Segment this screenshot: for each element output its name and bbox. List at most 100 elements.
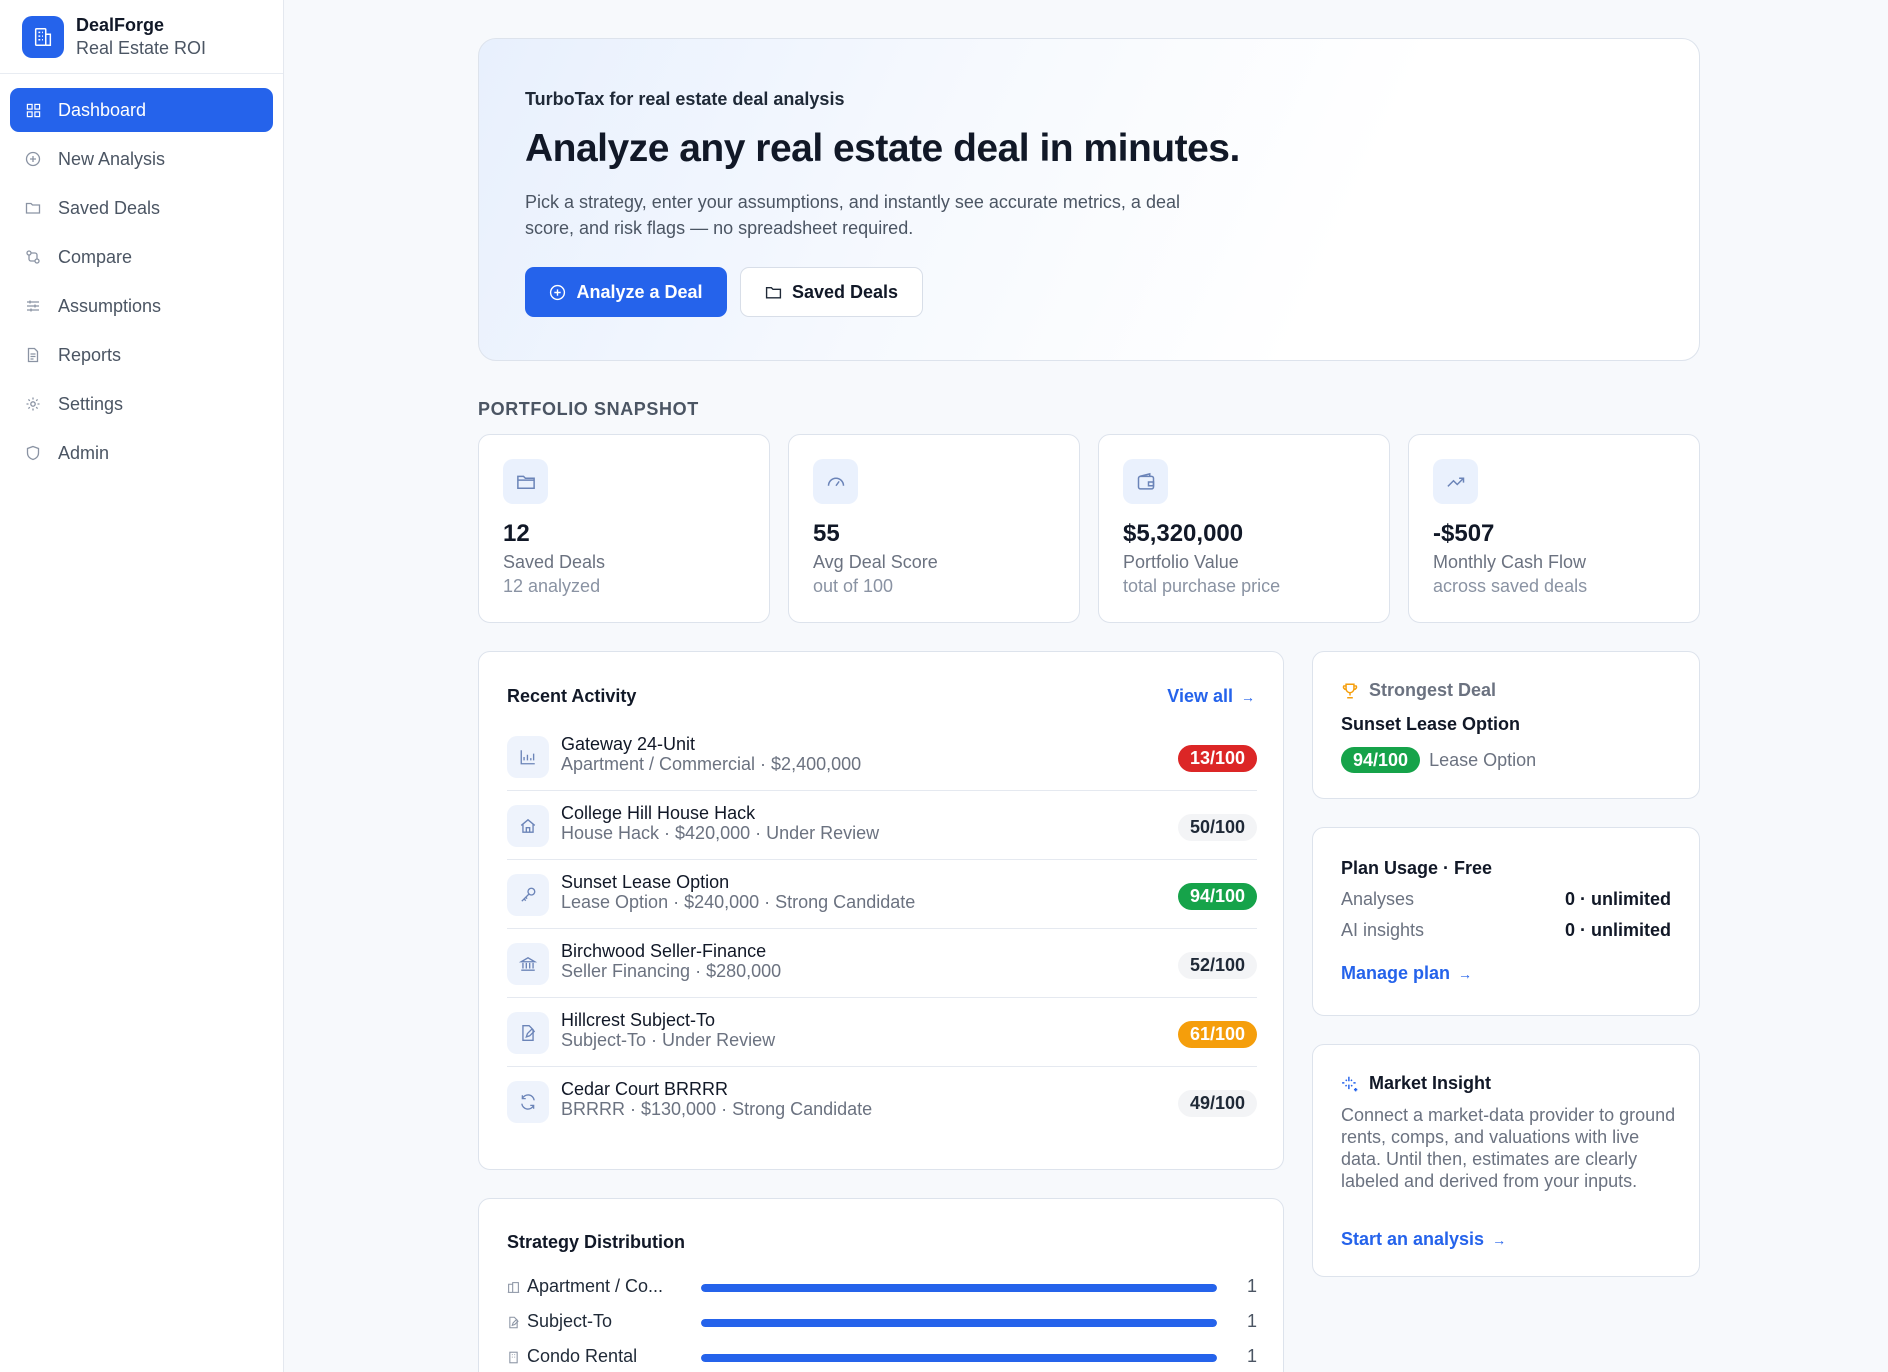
hero-description: Pick a strategy, enter your assumptions,…	[525, 192, 1180, 238]
sidebar-item-new-analysis[interactable]: New Analysis	[10, 137, 273, 181]
activity-row[interactable]: Hillcrest Subject-To Subject-To · Under …	[507, 998, 1257, 1067]
stat-value: -$507	[1433, 520, 1495, 547]
sidebar-item-label: Dashboard	[58, 99, 147, 120]
stat-card-saved-deals[interactable]: 12 Saved Deals 12 analyzed	[478, 434, 770, 623]
strategy-distribution-panel: Strategy Distribution Apartment / Co... …	[478, 1198, 1284, 1372]
activity-title: Gateway 24-Unit	[561, 734, 696, 754]
arrow-right-icon: →	[1458, 965, 1473, 982]
stat-card-avg-score[interactable]: 55 Avg Deal Score out of 100	[788, 434, 1080, 623]
manage-plan-link[interactable]: Manage plan →	[1341, 963, 1472, 984]
arrow-right-icon: →	[1241, 688, 1255, 705]
stat-label: Monthly Cash Flow	[1433, 552, 1587, 572]
sidebar-item-compare[interactable]: Compare	[10, 235, 273, 279]
start-analysis-label: Start an analysis	[1341, 1229, 1485, 1249]
shield-icon	[24, 444, 42, 462]
activity-row[interactable]: College Hill House Hack House Hack · $42…	[507, 791, 1257, 860]
folder-icon	[503, 459, 548, 504]
activity-row[interactable]: Birchwood Seller-Finance Seller Financin…	[507, 929, 1257, 998]
gauge-icon	[813, 459, 858, 504]
usage-value: 0 · unlimited	[1564, 920, 1671, 940]
folder-icon	[24, 199, 42, 217]
stat-value: 55	[813, 520, 840, 547]
sidebar-item-label: Assumptions	[58, 295, 162, 316]
brand[interactable]: DealForge Real Estate ROI	[0, 0, 283, 74]
home-icon	[507, 805, 549, 847]
market-insight-body: Connect a market-data provider to ground…	[1341, 1105, 1676, 1191]
brand-subtitle: Real Estate ROI	[76, 37, 207, 58]
sidebar-item-label: Saved Deals	[58, 197, 161, 218]
distribution-bar-fill	[701, 1284, 1217, 1292]
plan-usage-panel: Plan Usage · Free Analyses 0 · unlimited…	[1312, 827, 1700, 1016]
sidebar-item-settings[interactable]: Settings	[10, 382, 273, 426]
sidebar-item-admin[interactable]: Admin	[10, 431, 273, 475]
activity-row[interactable]: Cedar Court BRRRR BRRRR · $130,000 · Str…	[507, 1067, 1257, 1136]
distribution-bar-track	[701, 1284, 1217, 1292]
score-badge: 52/100	[1177, 952, 1257, 979]
folder-icon	[765, 284, 782, 301]
sidebar-item-label: Reports	[58, 344, 122, 365]
document-icon	[24, 346, 42, 364]
saved-deals-button[interactable]: Saved Deals	[740, 267, 923, 317]
view-all-link[interactable]: View all →	[1167, 686, 1255, 707]
score-badge: 13/100	[1177, 745, 1257, 772]
sidebar-item-saved-deals[interactable]: Saved Deals	[10, 186, 273, 230]
building-logo-icon	[22, 15, 64, 58]
trophy-icon	[1341, 682, 1359, 700]
chart-icon	[507, 736, 549, 778]
stat-value: 12	[503, 520, 530, 547]
analyze-deal-button[interactable]: Analyze a Deal	[525, 267, 727, 317]
sidebar-item-reports[interactable]: Reports	[10, 333, 273, 377]
building-icon	[507, 1279, 521, 1295]
sidebar-item-assumptions[interactable]: Assumptions	[10, 284, 273, 328]
sparkle-icon	[1341, 1075, 1359, 1093]
strategy-distribution-title: Strategy Distribution	[507, 1232, 686, 1252]
sidebar-item-label: New Analysis	[58, 148, 166, 169]
score-badge: 50/100	[1177, 814, 1257, 841]
distribution-count: 1	[1246, 1276, 1257, 1296]
hero-title: Analyze any real estate deal in minutes.	[525, 127, 1240, 170]
activity-row[interactable]: Gateway 24-Unit Apartment / Commercial ·…	[507, 722, 1257, 791]
strongest-deal-name: Sunset Lease Option	[1341, 714, 1521, 734]
usage-key: AI insights	[1341, 920, 1425, 940]
stat-card-cash-flow[interactable]: -$507 Monthly Cash Flow across saved dea…	[1408, 434, 1700, 623]
stat-label: Portfolio Value	[1123, 552, 1239, 572]
edit-doc-icon	[507, 1012, 549, 1054]
score-badge: 61/100	[1177, 1021, 1257, 1048]
activity-row[interactable]: Sunset Lease Option Lease Option · $240,…	[507, 860, 1257, 929]
sidebar-item-dashboard[interactable]: Dashboard	[10, 88, 273, 132]
activity-title: Birchwood Seller-Finance	[561, 941, 767, 961]
sidebar-item-label: Settings	[58, 393, 124, 414]
activity-subtitle: BRRRR · $130,000 · Strong Candidate	[561, 1099, 873, 1119]
distribution-label: Condo Rental	[527, 1346, 638, 1366]
activity-title: Sunset Lease Option	[561, 872, 730, 892]
edit-doc-icon	[507, 1314, 521, 1330]
strongest-deal-strategy: Lease Option	[1429, 749, 1537, 770]
distribution-count: 1	[1246, 1346, 1257, 1366]
sliders-icon	[24, 297, 42, 315]
stat-sub: across saved deals	[1433, 576, 1588, 596]
recent-activity-title: Recent Activity	[507, 686, 637, 706]
view-all-label: View all	[1167, 686, 1233, 706]
condo-icon	[507, 1349, 521, 1365]
saved-deals-label: Saved Deals	[791, 281, 899, 302]
stat-sub: 12 analyzed	[503, 576, 601, 596]
activity-title: Hillcrest Subject-To	[561, 1010, 716, 1030]
activity-subtitle: Seller Financing · $280,000	[561, 961, 782, 981]
usage-key: Analyses	[1341, 889, 1415, 909]
brand-name: DealForge	[76, 14, 165, 35]
stat-card-portfolio-value[interactable]: $5,320,000 Portfolio Value total purchas…	[1098, 434, 1390, 623]
score-badge: 94/100	[1177, 883, 1257, 910]
activity-subtitle: Apartment / Commercial · $2,400,000	[561, 754, 862, 774]
start-analysis-link[interactable]: Start an analysis →	[1341, 1229, 1506, 1250]
strongest-deal-panel[interactable]: Strongest Deal Sunset Lease Option 94/10…	[1312, 651, 1700, 799]
distribution-row: Apartment / Co... 1	[507, 1275, 1257, 1299]
activity-title: College Hill House Hack	[561, 803, 756, 823]
gear-icon	[24, 395, 42, 413]
usage-value: 0 · unlimited	[1564, 889, 1671, 909]
wallet-icon	[1123, 459, 1168, 504]
bank-icon	[507, 943, 549, 985]
sidebar-nav: Dashboard New Analysis Saved Deals Compa…	[0, 74, 283, 494]
strongest-deal-title: Strongest Deal	[1369, 680, 1497, 700]
distribution-bar-track	[701, 1354, 1217, 1362]
distribution-bar-fill	[701, 1354, 1217, 1362]
